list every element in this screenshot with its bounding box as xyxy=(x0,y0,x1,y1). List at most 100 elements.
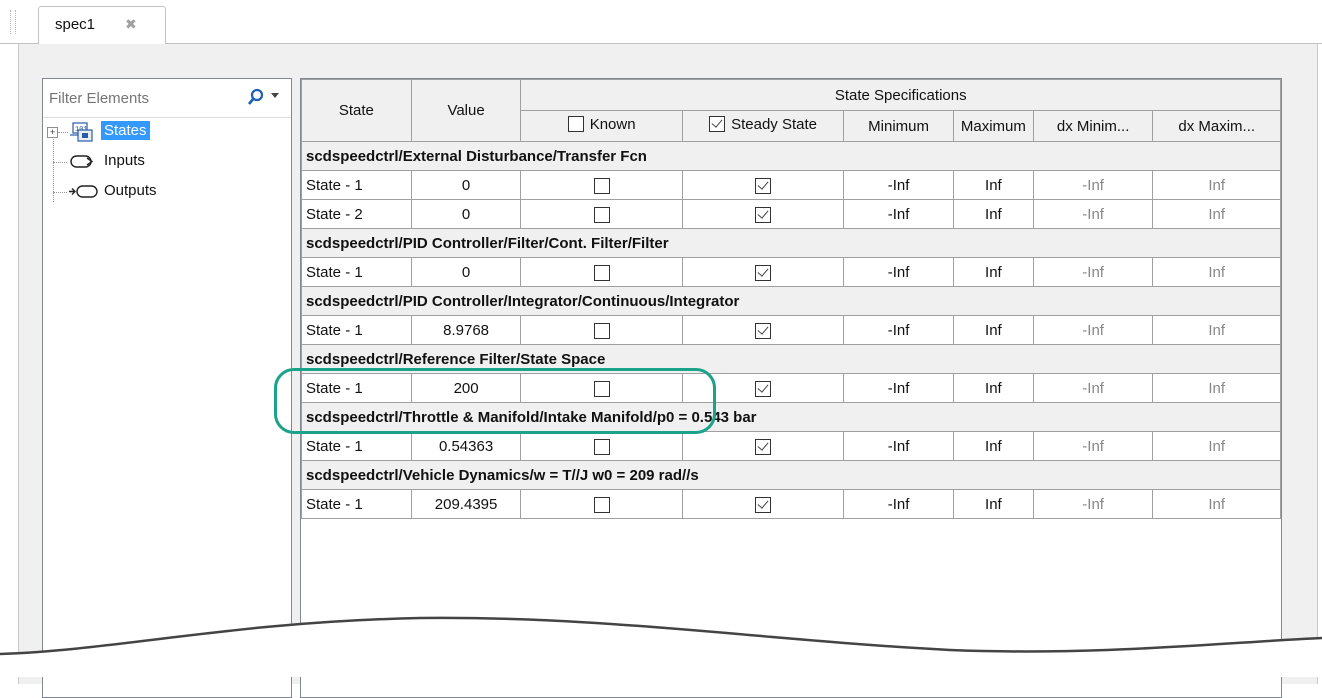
known-checkbox[interactable] xyxy=(593,206,610,223)
tree-connector xyxy=(58,132,68,133)
minimum-cell[interactable]: -Inf xyxy=(843,315,954,345)
known-cell xyxy=(520,257,683,287)
maximum-cell[interactable]: Inf xyxy=(952,199,1034,229)
known-checkbox[interactable] xyxy=(593,496,610,513)
group-row: scdspeedctrl/PID Controller/Integrator/C… xyxy=(301,286,1281,316)
maximum-cell[interactable]: Inf xyxy=(952,373,1034,403)
maximum-cell[interactable]: Inf xyxy=(952,431,1034,461)
minimum-cell[interactable]: -Inf xyxy=(843,489,954,519)
column-header-dx-maximum[interactable]: dx Maxim... xyxy=(1152,110,1281,142)
dx-maximum-cell[interactable]: Inf xyxy=(1152,431,1281,461)
table-body: scdspeedctrl/External Disturbance/Transf… xyxy=(301,141,1281,519)
close-icon[interactable]: ✖ xyxy=(125,16,137,33)
state-name-cell: State - 1 xyxy=(301,373,412,403)
tree-item-label: Inputs xyxy=(104,152,145,169)
minimum-cell[interactable]: -Inf xyxy=(843,257,954,287)
steady-state-all-checkbox[interactable] xyxy=(709,116,726,133)
state-name-cell: State - 1 xyxy=(301,170,412,200)
known-cell xyxy=(520,199,683,229)
value-cell[interactable]: 0.54363 xyxy=(410,431,522,461)
steady-state-checkbox[interactable] xyxy=(755,322,772,339)
column-header-state[interactable]: State xyxy=(301,79,412,142)
input-port-icon xyxy=(70,155,94,168)
table-row: State - 1 8.9768 -Inf Inf -Inf Inf xyxy=(301,315,1281,345)
tree-connector xyxy=(53,192,67,193)
known-checkbox[interactable] xyxy=(593,438,610,455)
expand-icon[interactable]: + xyxy=(47,127,58,138)
dx-minimum-cell[interactable]: -Inf xyxy=(1032,199,1154,229)
known-checkbox[interactable] xyxy=(593,264,610,281)
value-cell[interactable]: 0 xyxy=(410,199,522,229)
block-path-label: scdspeedctrl/PID Controller/Filter/Cont.… xyxy=(301,228,1281,258)
table-row: State - 2 0 -Inf Inf -Inf Inf xyxy=(301,199,1281,229)
block-path-label: scdspeedctrl/Throttle & Manifold/Intake … xyxy=(301,402,1281,432)
group-row: scdspeedctrl/Vehicle Dynamics/w = T//J w… xyxy=(301,460,1281,490)
steady-state-checkbox[interactable] xyxy=(755,264,772,281)
column-header-maximum[interactable]: Maximum xyxy=(952,110,1034,142)
known-header-label: Known xyxy=(589,115,636,133)
block-path-label: scdspeedctrl/PID Controller/Integrator/C… xyxy=(301,286,1281,316)
steady-state-checkbox[interactable] xyxy=(755,206,772,223)
states-block-icon: 101 xyxy=(70,122,93,142)
dx-minimum-cell[interactable]: -Inf xyxy=(1032,257,1154,287)
value-cell[interactable]: 209.4395 xyxy=(410,489,522,519)
value-cell[interactable]: 0 xyxy=(410,170,522,200)
known-cell xyxy=(520,373,683,403)
drag-grip-icon[interactable] xyxy=(10,10,16,34)
steady-state-checkbox[interactable] xyxy=(755,438,772,455)
dx-minimum-cell[interactable]: -Inf xyxy=(1032,170,1154,200)
table-row: State - 1 200 -Inf Inf -Inf Inf xyxy=(301,373,1281,403)
group-row: scdspeedctrl/Reference Filter/State Spac… xyxy=(301,344,1281,374)
value-cell[interactable]: 200 xyxy=(410,373,522,403)
dx-maximum-cell[interactable]: Inf xyxy=(1152,373,1281,403)
state-name-cell: State - 1 xyxy=(301,489,412,519)
known-cell xyxy=(520,489,683,519)
tab-spec1[interactable]: spec1 ✖ xyxy=(38,6,166,44)
column-header-known[interactable]: Known xyxy=(520,110,683,142)
known-checkbox[interactable] xyxy=(593,322,610,339)
dx-minimum-cell[interactable]: -Inf xyxy=(1032,489,1154,519)
value-cell[interactable]: 8.9768 xyxy=(410,315,522,345)
known-checkbox[interactable] xyxy=(593,380,610,397)
dx-maximum-cell[interactable]: Inf xyxy=(1152,199,1281,229)
column-header-minimum[interactable]: Minimum xyxy=(843,110,954,142)
known-checkbox[interactable] xyxy=(593,177,610,194)
column-header-dx-minimum[interactable]: dx Minim... xyxy=(1032,110,1154,142)
maximum-cell[interactable]: Inf xyxy=(952,315,1034,345)
known-cell xyxy=(520,315,683,345)
maximum-cell[interactable]: Inf xyxy=(952,257,1034,287)
dx-maximum-cell[interactable]: Inf xyxy=(1152,315,1281,345)
chevron-down-icon xyxy=(271,93,279,98)
minimum-cell[interactable]: -Inf xyxy=(843,373,954,403)
filter-input[interactable] xyxy=(49,87,229,109)
filter-bar xyxy=(43,79,291,118)
steady-state-cell xyxy=(681,373,845,403)
tab-label: spec1 xyxy=(55,16,96,33)
steady-state-cell xyxy=(681,315,845,345)
block-path-label: scdspeedctrl/Reference Filter/State Spac… xyxy=(301,344,1281,374)
column-header-value[interactable]: Value xyxy=(410,79,522,142)
dx-maximum-cell[interactable]: Inf xyxy=(1152,257,1281,287)
steady-state-checkbox[interactable] xyxy=(755,177,772,194)
steady-state-checkbox[interactable] xyxy=(755,496,772,513)
dx-minimum-cell[interactable]: -Inf xyxy=(1032,315,1154,345)
dx-minimum-cell[interactable]: -Inf xyxy=(1032,373,1154,403)
tree-connector xyxy=(53,162,67,163)
tree-item-label: Outputs xyxy=(104,182,157,199)
tab-strip: spec1 ✖ xyxy=(0,0,1322,44)
minimum-cell[interactable]: -Inf xyxy=(843,431,954,461)
state-name-cell: State - 1 xyxy=(301,257,412,287)
search-dropdown-button[interactable] xyxy=(247,87,283,109)
steady-state-cell xyxy=(681,170,845,200)
known-all-checkbox[interactable] xyxy=(567,116,584,133)
value-cell[interactable]: 0 xyxy=(410,257,522,287)
steady-state-checkbox[interactable] xyxy=(755,380,772,397)
minimum-cell[interactable]: -Inf xyxy=(843,199,954,229)
maximum-cell[interactable]: Inf xyxy=(952,170,1034,200)
dx-maximum-cell[interactable]: Inf xyxy=(1152,489,1281,519)
dx-maximum-cell[interactable]: Inf xyxy=(1152,170,1281,200)
column-header-steady-state[interactable]: Steady State xyxy=(681,110,845,142)
maximum-cell[interactable]: Inf xyxy=(952,489,1034,519)
dx-minimum-cell[interactable]: -Inf xyxy=(1032,431,1154,461)
minimum-cell[interactable]: -Inf xyxy=(843,170,954,200)
